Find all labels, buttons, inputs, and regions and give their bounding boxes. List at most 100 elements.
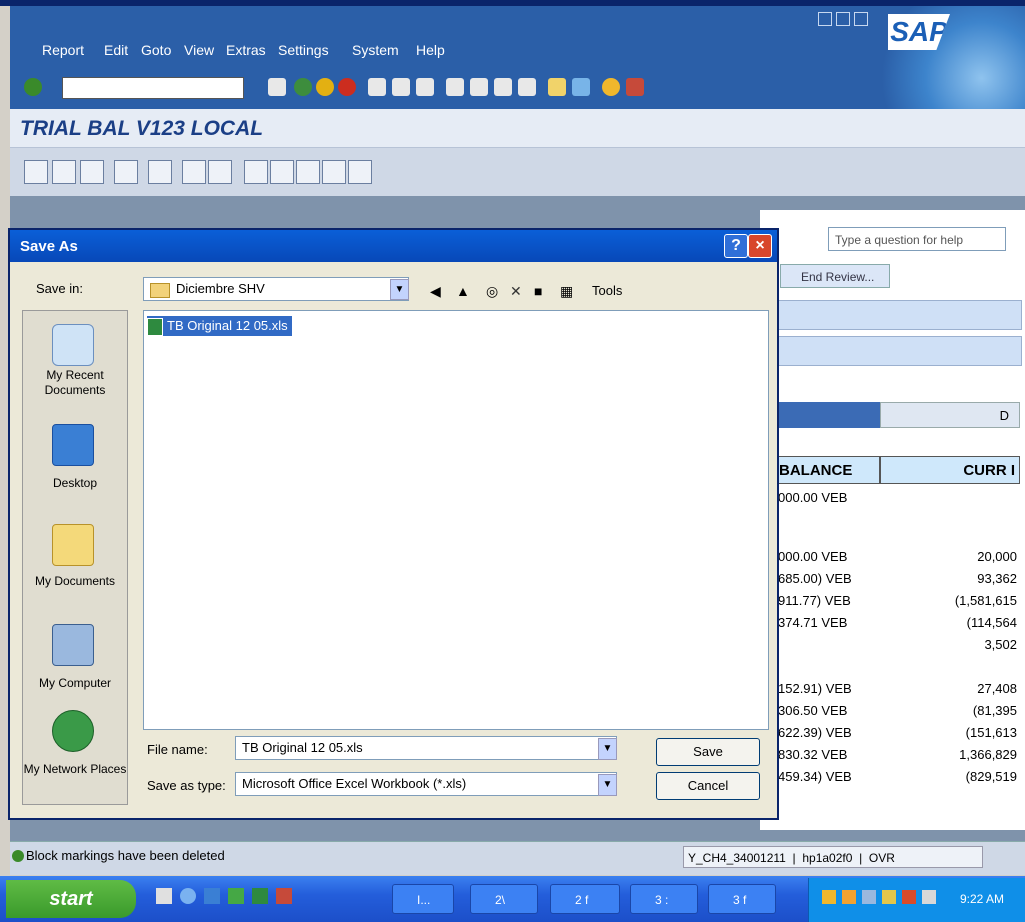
menu-help[interactable]: Help <box>416 42 445 58</box>
task-button[interactable]: I... <box>392 884 454 914</box>
previous-page-icon[interactable] <box>470 78 488 96</box>
print-icon[interactable] <box>368 78 386 96</box>
exit-icon[interactable] <box>316 78 334 96</box>
menu-report[interactable]: Report <box>42 42 84 58</box>
chevron-down-icon[interactable]: ▼ <box>598 738 617 760</box>
chevron-down-icon[interactable]: ▼ <box>390 279 409 300</box>
place-my-network-places[interactable]: My Network Places <box>22 762 128 777</box>
quicklaunch-icon[interactable] <box>204 888 220 904</box>
next-page-icon[interactable] <box>494 78 512 96</box>
column-header-d[interactable]: D <box>880 402 1020 428</box>
dialog-close-button[interactable]: × <box>748 234 772 258</box>
balance-cell[interactable]: 685.00) VEB <box>778 571 852 586</box>
expand-icon[interactable] <box>244 160 268 184</box>
save-in-select[interactable]: Diciembre SHV <box>143 277 409 301</box>
last-page-icon[interactable] <box>518 78 536 96</box>
desktop-icon[interactable] <box>52 424 94 466</box>
save-icon[interactable] <box>268 78 286 96</box>
curr-cell[interactable]: 27,408 <box>977 681 1017 696</box>
balance-cell[interactable]: 000.00 VEB <box>778 490 847 505</box>
tray-icon[interactable] <box>902 890 916 904</box>
tools-menu[interactable]: Tools <box>592 283 622 298</box>
task-button[interactable]: 2\ <box>470 884 538 914</box>
status-system-info[interactable]: Y_CH4_34001211 | hp1a02f0 | OVR <box>683 846 983 868</box>
cancel-icon[interactable] <box>338 78 356 96</box>
curr-cell[interactable]: (81,395 <box>973 703 1017 718</box>
menu-edit[interactable]: Edit <box>104 42 128 58</box>
back-arrow-icon[interactable]: ◀ <box>430 283 441 300</box>
place-desktop[interactable]: Desktop <box>22 476 128 491</box>
excel-icon[interactable] <box>252 888 268 904</box>
tray-icon[interactable] <box>882 890 896 904</box>
place-my-documents[interactable]: My Documents <box>22 574 128 589</box>
subtotal-icon[interactable] <box>348 160 372 184</box>
task-button[interactable]: 3 : <box>630 884 698 914</box>
find-icon[interactable] <box>392 78 410 96</box>
balance-cell[interactable]: 911.77) VEB <box>778 593 851 608</box>
up-folder-icon[interactable]: ▲ <box>456 283 470 299</box>
menu-goto[interactable]: Goto <box>141 42 171 58</box>
my-network-places-icon[interactable] <box>52 710 94 752</box>
help-question-input[interactable]: Type a question for help <box>828 227 1006 251</box>
end-review-button[interactable]: End Review... <box>780 264 890 288</box>
minimize-icon[interactable] <box>818 12 832 26</box>
views-icon[interactable]: ▦ <box>560 283 573 300</box>
balance-cell[interactable]: 374.71 VEB <box>778 615 847 630</box>
curr-cell[interactable]: (1,581,615 <box>955 593 1017 608</box>
back-icon[interactable] <box>294 78 312 96</box>
command-field[interactable] <box>62 77 244 99</box>
curr-cell[interactable]: 1,366,829 <box>959 747 1017 762</box>
tray-icon[interactable] <box>862 890 876 904</box>
dialog-titlebar[interactable] <box>10 230 777 262</box>
task-button[interactable]: 2 f <box>550 884 620 914</box>
my-computer-icon[interactable] <box>52 624 94 666</box>
menu-settings[interactable]: Settings <box>278 42 329 58</box>
curr-cell[interactable]: 93,362 <box>977 571 1017 586</box>
hierarchy-icon[interactable] <box>24 160 48 184</box>
file-list[interactable] <box>143 310 769 730</box>
balance-cell[interactable]: 622.39) VEB <box>778 725 852 740</box>
shortcut-icon[interactable] <box>572 78 590 96</box>
dialog-help-button[interactable]: ? <box>724 234 748 258</box>
layout-menu-icon[interactable] <box>626 78 644 96</box>
new-folder-icon[interactable]: ■ <box>534 283 542 299</box>
chevron-down-icon[interactable]: ▼ <box>598 774 617 796</box>
ie-icon[interactable] <box>180 888 196 904</box>
task-button[interactable]: 3 f <box>708 884 776 914</box>
quicklaunch-icon[interactable] <box>156 888 172 904</box>
columns-icon[interactable] <box>52 160 76 184</box>
expand-all-icon[interactable] <box>270 160 294 184</box>
save-button[interactable]: Save <box>656 738 760 766</box>
powerpoint-icon[interactable] <box>276 888 292 904</box>
balance-cell[interactable]: 152.91) VEB <box>778 681 852 696</box>
collapse-all-icon[interactable] <box>322 160 346 184</box>
menu-system[interactable]: System <box>352 42 399 58</box>
create-session-icon[interactable] <box>548 78 566 96</box>
place-my-recent-documents[interactable]: My Recent Documents <box>22 368 128 398</box>
export-icon[interactable] <box>208 160 232 184</box>
quicklaunch-icon[interactable] <box>228 888 244 904</box>
close-window-icon[interactable] <box>854 12 868 26</box>
cancel-button[interactable]: Cancel <box>656 772 760 800</box>
balance-cell[interactable]: 000.00 VEB <box>778 549 847 564</box>
recent-documents-icon[interactable] <box>52 324 94 366</box>
search-web-icon[interactable]: ◎ <box>486 283 498 300</box>
find-next-icon[interactable] <box>416 78 434 96</box>
curr-cell[interactable]: (151,613 <box>966 725 1017 740</box>
tray-icon[interactable] <box>842 890 856 904</box>
file-item[interactable]: TB Original 12 05.xls <box>147 316 292 336</box>
enter-icon[interactable] <box>24 78 42 96</box>
layout-icon[interactable] <box>148 160 172 184</box>
menu-extras[interactable]: Extras <box>226 42 266 58</box>
filter-icon[interactable] <box>114 160 138 184</box>
maximize-icon[interactable] <box>836 12 850 26</box>
curr-cell[interactable]: 3,502 <box>984 637 1017 652</box>
balance-cell[interactable]: 459.34) VEB <box>778 769 852 784</box>
my-documents-icon[interactable] <box>52 524 94 566</box>
balance-cell[interactable]: 306.50 VEB <box>778 703 847 718</box>
start-button[interactable]: start <box>6 880 136 918</box>
delete-icon[interactable]: ✕ <box>510 283 522 300</box>
curr-cell[interactable]: (114,564 <box>967 615 1017 630</box>
details-icon[interactable] <box>80 160 104 184</box>
save-as-type-select[interactable]: Microsoft Office Excel Workbook (*.xls) <box>235 772 617 796</box>
